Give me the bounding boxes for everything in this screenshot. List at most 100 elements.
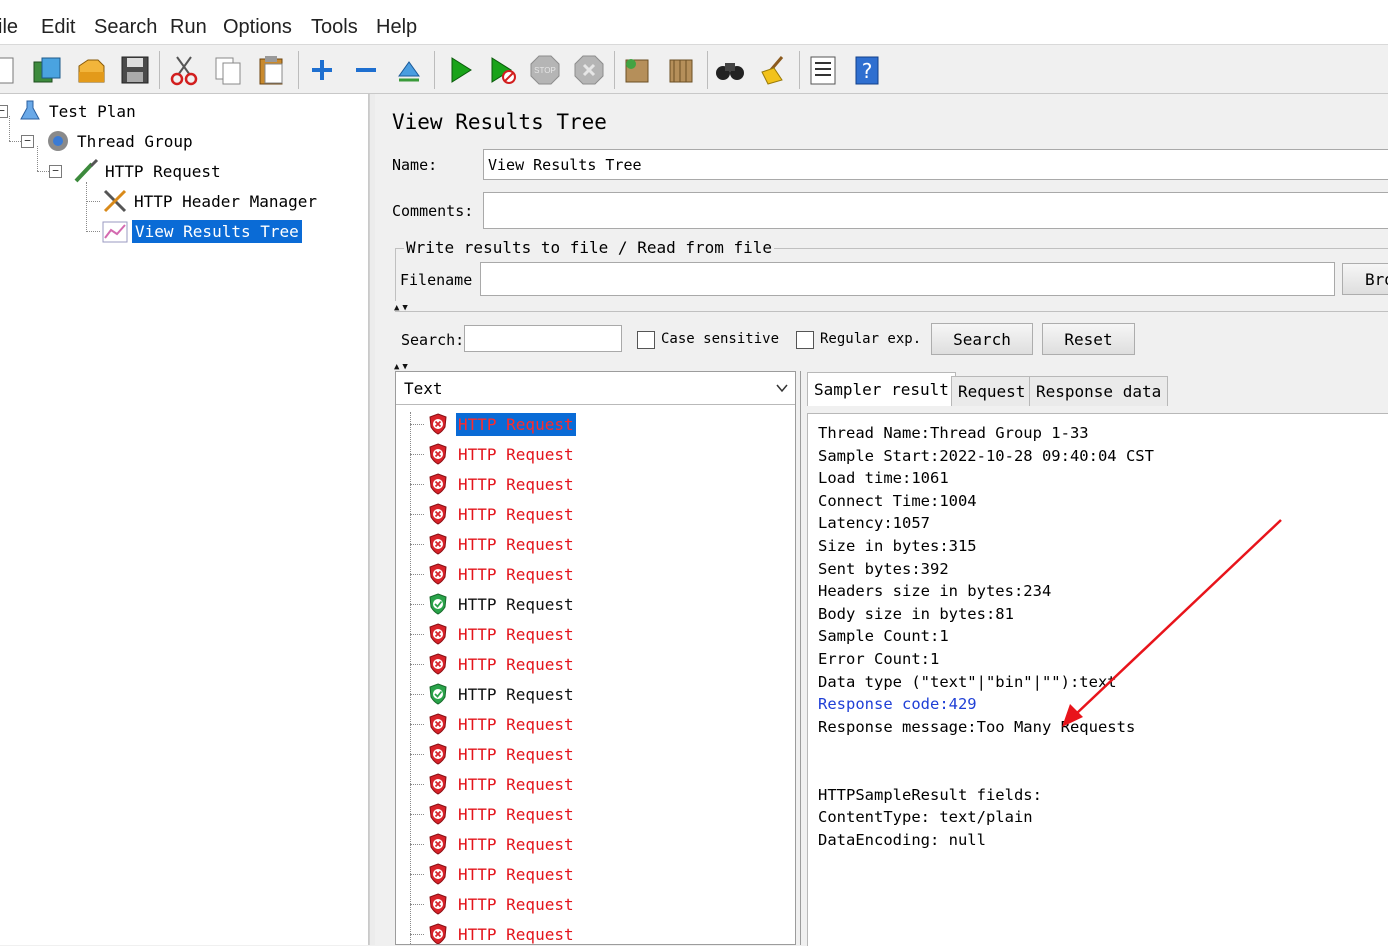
error-shield-icon (429, 653, 447, 675)
templates-icon[interactable] (30, 53, 64, 87)
wrench-icon (103, 189, 127, 213)
result-list-item[interactable]: HTTP Request (410, 561, 576, 587)
result-list-item[interactable]: HTTP Request (410, 681, 576, 707)
result-list-item[interactable]: HTTP Request (410, 621, 576, 647)
tree-node-thread-group[interactable]: Thread Group (44, 128, 196, 154)
browse-button[interactable]: Bro (1342, 263, 1388, 295)
error-shield-icon (429, 443, 447, 465)
reset-search-icon[interactable] (757, 53, 791, 87)
search-icon[interactable] (713, 53, 747, 87)
sampler-result-line: Error Count:1 (818, 650, 940, 668)
sampler-result-text: Thread Name:Thread Group 1-33 Sample Star… (807, 413, 1388, 946)
search-input[interactable] (464, 325, 622, 352)
cut-icon[interactable] (167, 53, 201, 87)
expand-icon[interactable] (305, 53, 339, 87)
result-item-label: HTTP Request (458, 744, 574, 764)
error-shield-icon (429, 803, 447, 825)
result-list-item[interactable]: HTTP Request (410, 471, 576, 497)
result-list-item[interactable]: HTTP Request (410, 801, 576, 827)
copy-icon[interactable] (211, 53, 245, 87)
menu-search[interactable]: Search (94, 16, 157, 39)
regular-exp-checkbox[interactable] (796, 331, 814, 349)
new-icon[interactable] (0, 53, 20, 87)
toggle-icon[interactable] (392, 53, 426, 87)
collapse-icon[interactable] (349, 53, 383, 87)
tree-node-http-request[interactable]: HTTP Request (72, 158, 224, 184)
clear-icon[interactable] (620, 53, 654, 87)
error-shield-icon (429, 743, 447, 765)
error-shield-icon (429, 923, 447, 944)
menu-edit[interactable]: Edit (41, 16, 75, 39)
reset-button[interactable]: Reset (1042, 323, 1135, 355)
menu-help[interactable]: Help (376, 16, 417, 39)
error-shield-icon (429, 713, 447, 735)
clear-all-icon[interactable] (664, 53, 698, 87)
http-request-collapse-toggle[interactable]: − (49, 165, 62, 178)
result-item-label: HTTP Request (458, 474, 574, 494)
sampler-result-line: Size in bytes:315 (818, 537, 977, 555)
result-list-item[interactable]: HTTP Request (410, 501, 576, 527)
result-item-label: HTTP Request (458, 894, 574, 914)
search-button[interactable]: Search (931, 323, 1033, 355)
comments-label: Comments: (392, 202, 474, 220)
start-icon[interactable] (443, 53, 477, 87)
result-list-item[interactable]: HTTP Request (410, 531, 576, 557)
tree-node-view-results-tree[interactable]: View Results Tree (101, 218, 302, 244)
result-list-item[interactable]: HTTP Request (410, 831, 576, 857)
test-plan-collapse-toggle[interactable]: − (0, 105, 8, 118)
renderer-select[interactable]: Text (396, 372, 795, 405)
help-icon[interactable]: ? (850, 53, 884, 87)
sampler-result-line: Response code:429 (818, 695, 977, 714)
result-list-item[interactable]: HTTP Request (410, 591, 576, 617)
case-sensitive-checkbox[interactable] (637, 331, 655, 349)
result-list-item[interactable]: HTTP Request (410, 411, 576, 437)
result-list-item[interactable]: HTTP Request (410, 441, 576, 467)
result-list-item[interactable]: HTTP Request (410, 741, 576, 767)
sampler-result-line: ContentType: text/plain (818, 808, 1033, 827)
result-list-item[interactable]: HTTP Request (410, 861, 576, 887)
error-shield-icon (429, 413, 447, 435)
tree-label: View Results Tree (132, 219, 302, 243)
name-field[interactable] (483, 149, 1388, 180)
toolbar: STOP ? (0, 45, 1388, 94)
result-list-item[interactable]: HTTP Request (410, 921, 576, 944)
filename-field[interactable] (480, 262, 1335, 296)
error-shield-icon (429, 563, 447, 585)
shutdown-icon[interactable] (572, 53, 606, 87)
sampler-result-line: Body size in bytes:81 (818, 604, 1014, 623)
error-shield-icon (429, 473, 447, 495)
open-icon[interactable] (75, 53, 109, 87)
menu-file[interactable]: ile (0, 16, 18, 39)
menu-options[interactable]: Options (223, 16, 292, 39)
sampler-result-line: Headers size in bytes:234 (818, 582, 1052, 601)
result-list-item[interactable]: HTTP Request (410, 891, 576, 917)
paste-icon[interactable] (255, 53, 289, 87)
result-item-label: HTTP Request (458, 804, 574, 824)
error-shield-icon (429, 623, 447, 645)
tab-sampler-result[interactable]: Sampler result (807, 372, 956, 406)
menu-run[interactable]: Run (170, 16, 207, 39)
tree-label: HTTP Header Manager (134, 191, 318, 211)
tree-label: Thread Group (77, 131, 193, 151)
comments-field[interactable] (483, 192, 1388, 229)
stop-icon[interactable]: STOP (528, 53, 562, 87)
tree-node-test-plan[interactable]: Test Plan (18, 98, 139, 124)
tree-label: HTTP Request (105, 161, 221, 181)
result-list-item[interactable]: HTTP Request (410, 771, 576, 797)
sampler-result-line: Sent bytes:392 (818, 559, 949, 578)
sampler-result-line: Data type ("text"|"bin"|""):text (818, 672, 1117, 691)
thread-group-collapse-toggle[interactable]: − (21, 135, 34, 148)
result-list-item[interactable]: HTTP Request (410, 651, 576, 677)
save-icon[interactable] (118, 53, 152, 87)
result-item-label: HTTP Request (458, 594, 574, 614)
function-helper-icon[interactable] (806, 53, 840, 87)
filename-label: Filename (400, 271, 473, 289)
result-list-item[interactable]: HTTP Request (410, 711, 576, 737)
flask-icon (20, 100, 40, 120)
result-item-label: HTTP Request (458, 654, 574, 674)
tree-node-header-manager[interactable]: HTTP Header Manager (101, 188, 320, 214)
menu-tools[interactable]: Tools (311, 16, 358, 39)
start-no-pause-icon[interactable] (485, 53, 519, 87)
tab-request[interactable]: Request (951, 376, 1033, 406)
tab-response-data[interactable]: Response data (1029, 376, 1169, 406)
